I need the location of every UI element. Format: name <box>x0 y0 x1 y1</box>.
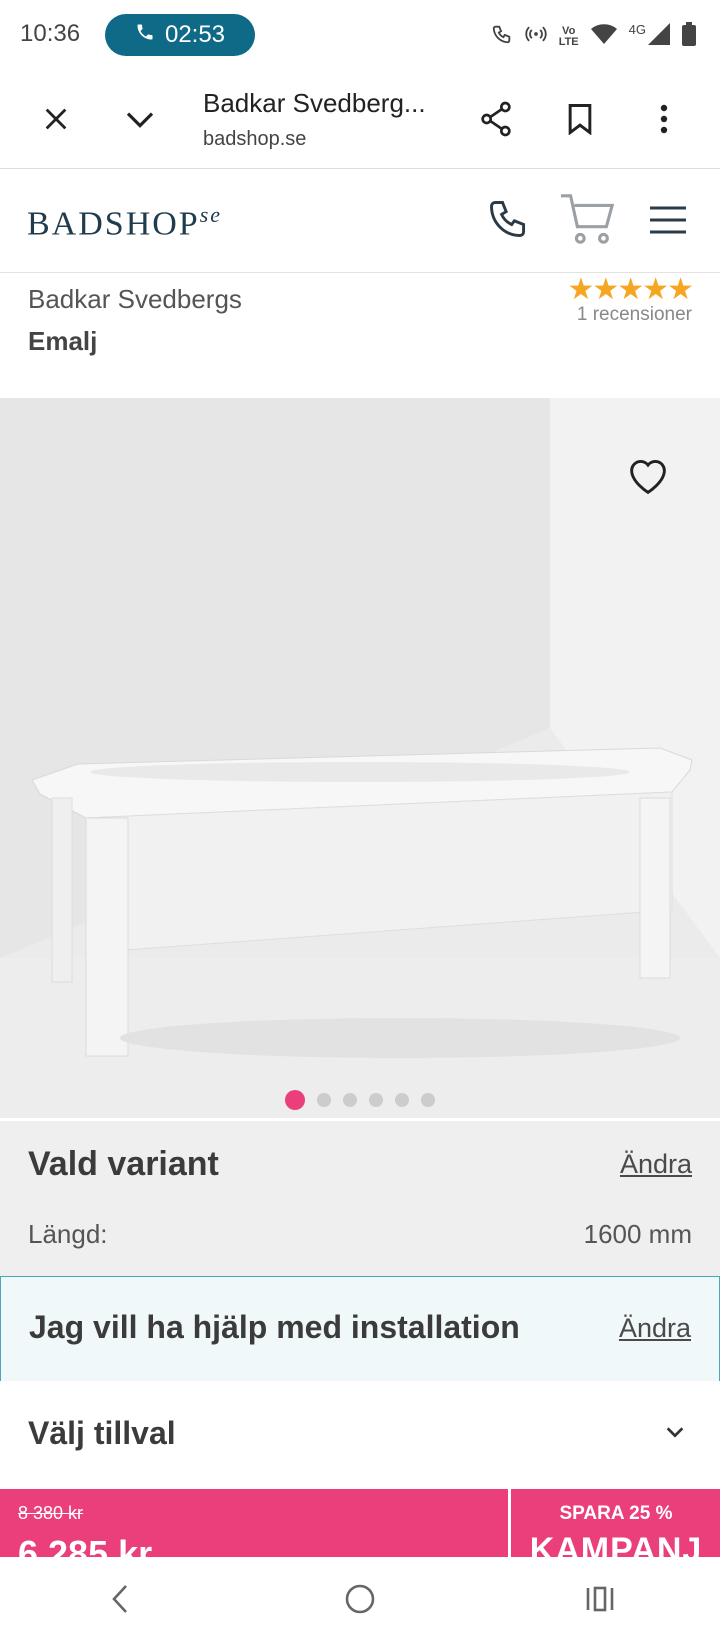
options-label: Välj tillval <box>28 1415 176 1451</box>
share-icon <box>481 101 511 137</box>
product-variant-name: Emalj <box>28 326 98 356</box>
home-button[interactable] <box>338 1577 382 1621</box>
bathtub-image <box>0 398 720 1118</box>
hotspot-icon <box>525 23 547 50</box>
status-time: 10:36 <box>20 20 81 47</box>
heart-icon <box>630 460 666 495</box>
signal-icon <box>648 23 670 50</box>
product-title-line1: Badkar Svedbergs <box>28 284 242 314</box>
back-icon <box>112 1584 127 1613</box>
save-badge: SPARA 25 % <box>559 1503 673 1524</box>
star-icon: ★ <box>567 273 594 306</box>
network-type-label: 4G <box>628 22 646 37</box>
product-title: Badkar Svedbergs Emalj <box>28 278 242 362</box>
options-accordion[interactable]: Välj tillval <box>0 1381 720 1489</box>
old-price: 8 380 kr <box>18 1503 84 1523</box>
browser-toolbar: Badkar Svedberg... badshop.se <box>0 70 720 169</box>
logo-suffix: se <box>199 202 223 227</box>
star-icon: ★ <box>617 273 644 306</box>
product-title-line2: Emalj <box>28 320 242 362</box>
bookmark-button[interactable] <box>558 97 602 141</box>
current-price: 6 285 kr <box>18 1533 153 1557</box>
status-bar: 10:36 02:53 Vo LTE 4G <box>0 0 720 70</box>
rating-stars[interactable]: ★★★★★ <box>567 272 694 307</box>
price-divider <box>508 1489 511 1557</box>
volte-icon: Vo LTE <box>558 24 579 48</box>
minimize-tab-button[interactable] <box>118 97 162 141</box>
cart-icon <box>560 194 615 244</box>
cart-button[interactable] <box>558 191 618 247</box>
menu-button[interactable] <box>646 198 690 242</box>
hamburger-icon <box>650 206 686 234</box>
carousel-dot[interactable] <box>317 1093 331 1107</box>
back-button[interactable] <box>98 1577 142 1621</box>
recents-button[interactable] <box>578 1577 622 1621</box>
price-bar: 8 380 kr 6 285 kr SPARA 25 % KAMPANJ <box>0 1489 720 1557</box>
favorite-button[interactable] <box>626 456 670 501</box>
system-nav-bar <box>0 1557 720 1640</box>
logo-text: BADSHOP <box>27 205 200 243</box>
carousel-dot[interactable] <box>369 1093 383 1107</box>
more-vert-icon <box>660 104 668 134</box>
call-store-button[interactable] <box>486 197 530 241</box>
site-logo[interactable]: BADSHOPse <box>27 202 222 243</box>
phone-icon <box>135 21 155 49</box>
chevron-down-icon <box>664 1421 686 1448</box>
ongoing-call-pill[interactable]: 02:53 <box>105 14 255 56</box>
site-header: BADSHOPse <box>0 169 720 273</box>
tab-title[interactable]: Badkar Svedberg... <box>203 88 426 119</box>
bookmark-icon <box>568 103 592 135</box>
wifi-calling-icon <box>491 23 513 50</box>
call-timer: 02:53 <box>164 21 226 48</box>
close-icon <box>45 108 67 130</box>
star-icon: ★ <box>667 273 694 306</box>
carousel-dots <box>0 1090 720 1110</box>
installation-help-section[interactable]: Jag vill ha hjälp med installation Ändra <box>0 1276 720 1382</box>
campaign-badge: KAMPANJ <box>529 1531 703 1557</box>
star-icon: ★ <box>642 273 669 306</box>
review-count-link[interactable]: 1 recensioner <box>577 304 692 326</box>
close-tab-button[interactable] <box>34 97 78 141</box>
star-icon: ★ <box>592 273 619 306</box>
tab-url[interactable]: badshop.se <box>203 128 306 151</box>
home-icon <box>345 1584 375 1613</box>
selected-variant-section: Vald variant Ändra Längd: 1600 mm <box>0 1121 720 1276</box>
recents-icon <box>586 1586 614 1611</box>
share-button[interactable] <box>474 97 518 141</box>
change-variant-link[interactable]: Ändra <box>620 1149 692 1180</box>
wifi-icon <box>590 23 617 50</box>
variant-heading: Vald variant <box>28 1145 219 1183</box>
chevron-down-icon <box>126 112 154 128</box>
battery-icon <box>682 22 696 51</box>
product-image-carousel[interactable] <box>0 398 720 1118</box>
carousel-dot[interactable] <box>343 1093 357 1107</box>
carousel-dot[interactable] <box>285 1090 305 1110</box>
length-value: 1600 mm <box>583 1219 692 1249</box>
status-icons: Vo LTE 4G <box>491 22 696 51</box>
phone-icon <box>490 201 526 237</box>
carousel-dot[interactable] <box>421 1093 435 1107</box>
length-label: Längd: <box>28 1219 108 1249</box>
installation-label: Jag vill ha hjälp med installation <box>29 1309 520 1345</box>
change-installation-link[interactable]: Ändra <box>619 1313 691 1344</box>
more-options-button[interactable] <box>642 97 686 141</box>
carousel-dot[interactable] <box>395 1093 409 1107</box>
